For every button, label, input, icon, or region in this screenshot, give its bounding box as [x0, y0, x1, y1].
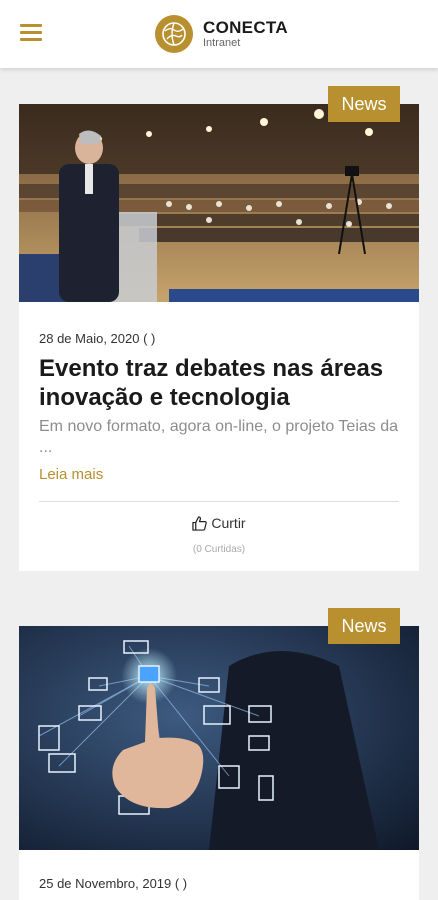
conference-photo[interactable] — [19, 104, 419, 302]
like-count: (0 Curtidas) — [192, 544, 246, 555]
thumbs-up-icon — [192, 515, 208, 531]
news-card[interactable]: News — [19, 608, 419, 900]
brand-subtitle: Intranet — [203, 37, 241, 49]
divider — [39, 501, 399, 502]
category-badge: News — [328, 86, 400, 122]
post-excerpt: Em novo formato, agora on-line, o projet… — [39, 418, 399, 456]
top-app-bar: CONECTA Intranet — [0, 0, 438, 68]
brand-logo[interactable]: CONECTA Intranet — [155, 14, 288, 54]
post-date: 25 de Novembro, 2019 ( ) — [39, 876, 188, 891]
read-more-link[interactable]: Leia mais — [39, 466, 103, 483]
news-card[interactable]: News — [19, 86, 419, 571]
hamburger-menu-icon[interactable] — [20, 22, 46, 44]
technology-photo[interactable] — [19, 626, 419, 850]
post-date: 28 de Maio, 2020 ( ) — [39, 331, 156, 346]
globe-logo-icon — [155, 15, 193, 53]
brand-name: CONECTA — [203, 18, 288, 37]
post-title[interactable]: Evento traz debates nas áreas inovação e… — [39, 354, 399, 412]
category-badge: News — [328, 608, 400, 644]
like-button[interactable]: Curtir — [19, 515, 419, 531]
like-label: Curtir — [211, 515, 246, 531]
